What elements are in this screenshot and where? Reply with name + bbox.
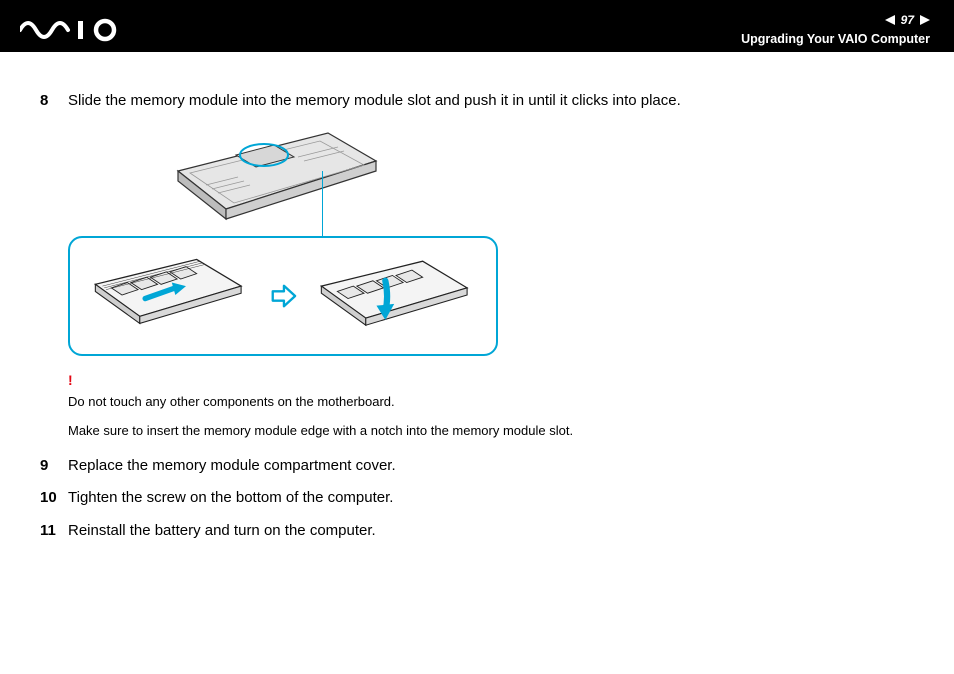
- page-header: 97 Upgrading Your VAIO Computer: [0, 8, 954, 52]
- step-9: 9 Replace the memory module compartment …: [40, 455, 914, 478]
- warning-text-2: Make sure to insert the memory module ed…: [68, 421, 914, 441]
- step-number: 10: [40, 487, 68, 510]
- step-11: 11 Reinstall the battery and turn on the…: [40, 520, 914, 543]
- header-right: 97 Upgrading Your VAIO Computer: [741, 12, 930, 48]
- page-number: 97: [901, 12, 914, 29]
- step-number: 11: [40, 520, 68, 543]
- step-text: Slide the memory module into the memory …: [68, 90, 914, 113]
- warning-icon: !: [68, 370, 914, 391]
- ram-after-illustration: [316, 246, 476, 346]
- page-content: 8 Slide the memory module into the memor…: [0, 52, 954, 572]
- ram-before-illustration: [90, 246, 250, 346]
- laptop-bottom-illustration: [168, 127, 388, 242]
- step-text: Tighten the screw on the bottom of the c…: [68, 487, 914, 510]
- section-title: Upgrading Your VAIO Computer: [741, 31, 930, 49]
- prev-page-icon[interactable]: [885, 15, 895, 25]
- vaio-logo: [20, 8, 130, 52]
- memory-slot-detail: [68, 236, 498, 356]
- next-page-icon[interactable]: [920, 15, 930, 25]
- page-top-border: [0, 0, 954, 8]
- step-8: 8 Slide the memory module into the memor…: [40, 90, 914, 113]
- warning-text-1: Do not touch any other components on the…: [68, 392, 914, 412]
- step-10: 10 Tighten the screw on the bottom of th…: [40, 487, 914, 510]
- step-arrow-icon: [269, 282, 297, 310]
- step-text: Reinstall the battery and turn on the co…: [68, 520, 914, 543]
- page-nav: 97: [741, 12, 930, 29]
- step-text: Replace the memory module compartment co…: [68, 455, 914, 478]
- warning-block: ! Do not touch any other components on t…: [68, 370, 914, 441]
- step-number: 8: [40, 90, 68, 113]
- step-number: 9: [40, 455, 68, 478]
- figure-group: [68, 127, 914, 356]
